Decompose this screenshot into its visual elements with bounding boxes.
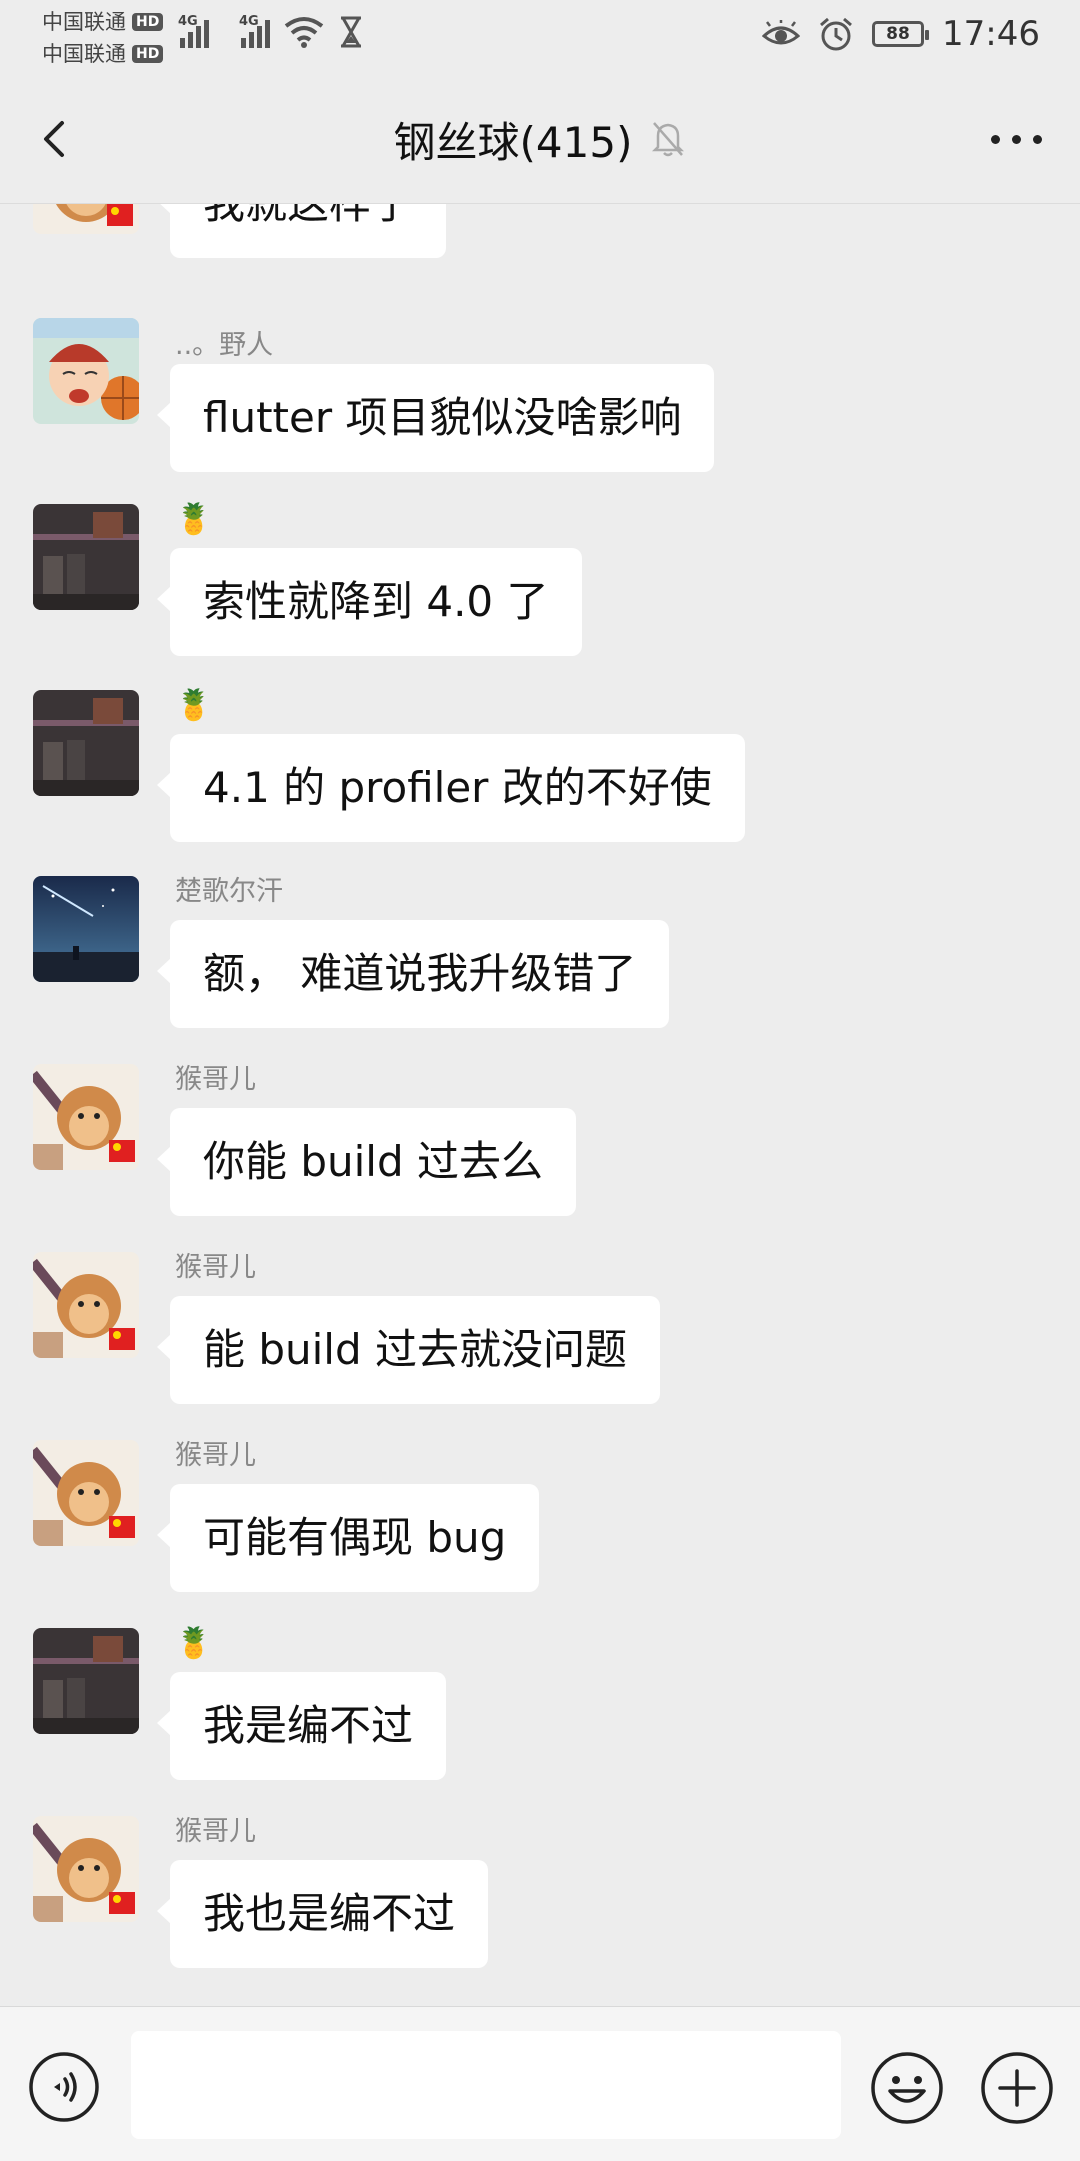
message-bubble[interactable]: 我也是编不过 (156, 1860, 489, 1968)
wifi-icon (284, 17, 324, 48)
chat-title: 钢丝球(415) (393, 117, 633, 167)
status-bar: 中国联通 HD 中国联通 HD 4G 4G 88 17:46 (0, 0, 1080, 75)
message-bubble[interactable]: 能 build 过去就没问题 (157, 1296, 660, 1404)
message-bubble[interactable]: 你能 build 过去么 (157, 1108, 576, 1216)
eye-icon (762, 20, 801, 45)
message-bubble[interactable]: 索性就降到 4.0 了 (157, 548, 582, 656)
voice-input-icon[interactable] (28, 2051, 100, 2123)
sender-name: ..。野人 (175, 330, 274, 361)
clock: 17:46 (942, 14, 1040, 54)
avatar[interactable] (33, 1252, 139, 1358)
avatar[interactable] (33, 1440, 139, 1546)
sender-name: 🍍 (175, 688, 213, 723)
avatar[interactable] (33, 1816, 139, 1922)
sender-name: 猴哥儿 (175, 1252, 256, 1283)
message-input[interactable] (131, 2031, 841, 2139)
hd-badge: HD (132, 45, 164, 63)
mute-bell-icon (652, 122, 685, 157)
more-options-button[interactable] (991, 119, 1042, 159)
signal-indicators: 4G 4G (178, 14, 364, 48)
message-bubble[interactable]: 我就这样了 (156, 204, 447, 258)
hourglass-icon (341, 16, 361, 48)
message-bubble[interactable]: 额， 难道说我升级错了 (156, 920, 670, 1028)
sender-name: 猴哥儿 (175, 1440, 256, 1471)
plus-icon[interactable] (980, 2051, 1054, 2125)
battery-icon: 88 (872, 21, 930, 47)
avatar[interactable] (33, 1628, 139, 1734)
battery-level: 88 (886, 24, 910, 44)
avatar[interactable] (33, 504, 139, 610)
alarm-icon (820, 17, 852, 51)
avatar[interactable] (33, 318, 139, 424)
input-bar (0, 2006, 1080, 2161)
carrier-label: 中国联通 (42, 10, 126, 34)
avatar[interactable] (33, 876, 139, 982)
message-list[interactable]: 我就这样了 ..。野人 flutter 项目貌似没啥影响 🍍 索性就降到 4.0… (0, 204, 1080, 2004)
hd-badge: HD (132, 13, 164, 31)
avatar[interactable] (33, 1064, 139, 1170)
signal-icon: 4G (239, 14, 270, 48)
message-bubble[interactable]: 4.1 的 profiler 改的不好使 (157, 734, 745, 842)
chat-header: 钢丝球(415) (0, 75, 1080, 204)
message-bubble[interactable]: 可能有偶现 bug (156, 1484, 540, 1592)
sender-name: 猴哥儿 (175, 1064, 256, 1095)
message-bubble[interactable]: flutter 项目貌似没啥影响 (156, 364, 715, 472)
carrier-info: 中国联通 HD 中国联通 HD (42, 6, 164, 70)
sender-name: 🍍 (175, 502, 213, 537)
avatar[interactable] (33, 690, 139, 796)
avatar[interactable] (33, 204, 139, 234)
signal-icon: 4G (178, 14, 209, 48)
sender-name: 🍍 (175, 1626, 213, 1661)
sender-name: 猴哥儿 (175, 1816, 256, 1847)
carrier-label: 中国联通 (42, 42, 126, 66)
sender-name: 楚歌尔汗 (175, 876, 283, 907)
message-bubble[interactable]: 我是编不过 (156, 1672, 447, 1780)
emoji-icon[interactable] (870, 2051, 944, 2125)
